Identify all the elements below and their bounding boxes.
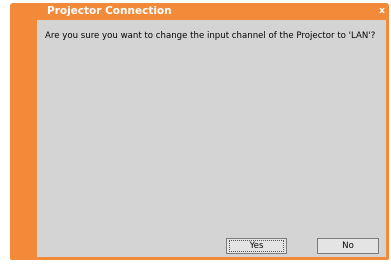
no-button-label: No (342, 241, 354, 251)
yes-button[interactable]: Yes (226, 238, 287, 254)
yes-button-label: Yes (249, 241, 264, 251)
dialog-body: Are you sure you want to change the inpu… (37, 20, 386, 257)
no-button[interactable]: No (317, 238, 379, 254)
dialog-title: Projector Connection (47, 5, 172, 17)
confirmation-message: Are you sure you want to change the inpu… (45, 31, 376, 41)
close-icon[interactable]: x (376, 5, 388, 17)
dialog-titlebar[interactable]: Projector Connection x (10, 3, 389, 20)
projector-connection-dialog: Projector Connection x Are you sure you … (10, 3, 389, 260)
